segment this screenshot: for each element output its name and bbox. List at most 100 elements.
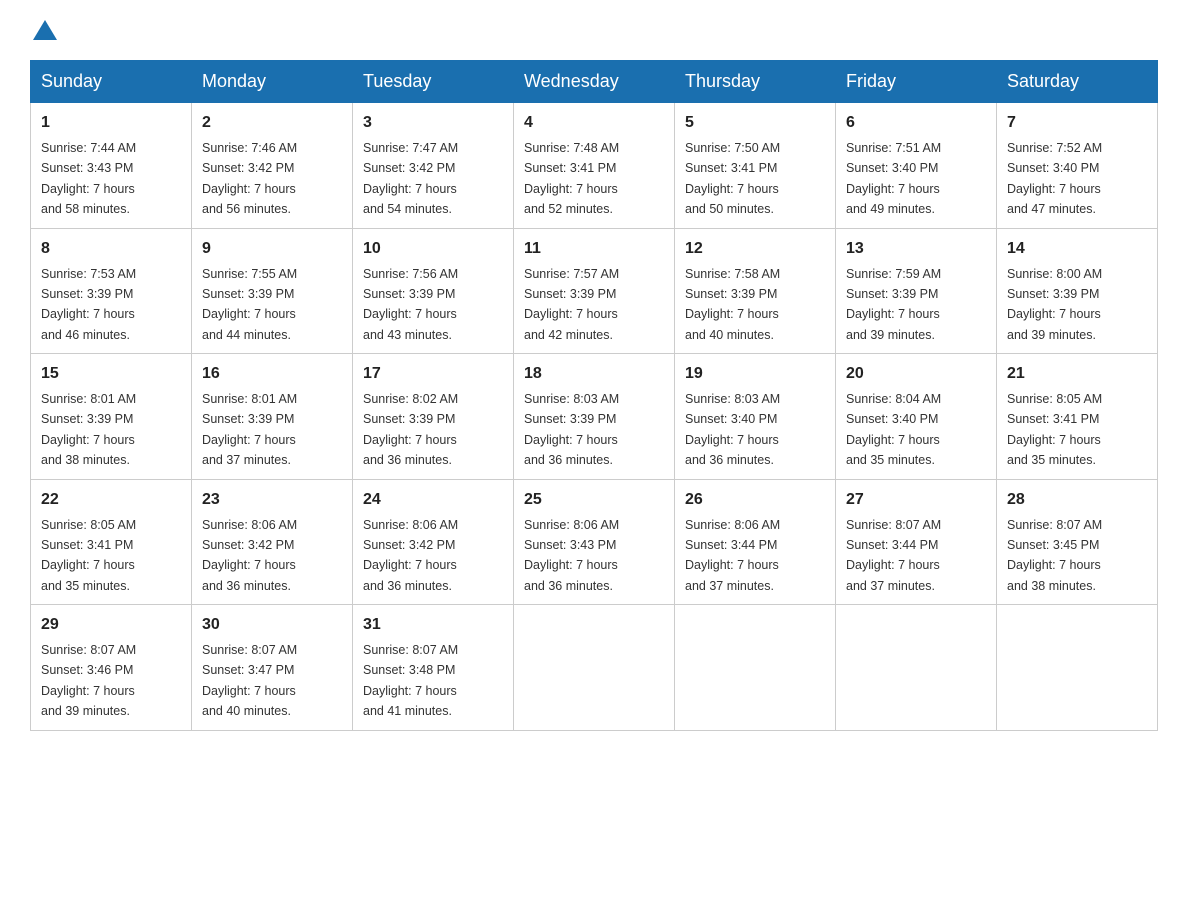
day-info: Sunrise: 7:53 AMSunset: 3:39 PMDaylight:… [41,267,136,342]
day-number: 18 [524,362,664,386]
calendar-week-row: 29 Sunrise: 8:07 AMSunset: 3:46 PMDaylig… [31,605,1158,731]
day-info: Sunrise: 8:07 AMSunset: 3:46 PMDaylight:… [41,643,136,718]
day-number: 17 [363,362,503,386]
day-number: 15 [41,362,181,386]
day-info: Sunrise: 8:07 AMSunset: 3:48 PMDaylight:… [363,643,458,718]
day-number: 30 [202,613,342,637]
logo [30,20,60,40]
calendar-cell: 17 Sunrise: 8:02 AMSunset: 3:39 PMDaylig… [353,354,514,480]
day-info: Sunrise: 8:06 AMSunset: 3:43 PMDaylight:… [524,518,619,593]
calendar-cell: 5 Sunrise: 7:50 AMSunset: 3:41 PMDayligh… [675,103,836,229]
calendar-cell: 25 Sunrise: 8:06 AMSunset: 3:43 PMDaylig… [514,479,675,605]
calendar-cell: 12 Sunrise: 7:58 AMSunset: 3:39 PMDaylig… [675,228,836,354]
day-number: 12 [685,237,825,261]
day-info: Sunrise: 8:00 AMSunset: 3:39 PMDaylight:… [1007,267,1102,342]
header-monday: Monday [192,61,353,103]
calendar-cell: 26 Sunrise: 8:06 AMSunset: 3:44 PMDaylig… [675,479,836,605]
day-info: Sunrise: 8:06 AMSunset: 3:42 PMDaylight:… [363,518,458,593]
calendar-cell [675,605,836,731]
day-number: 6 [846,111,986,135]
day-number: 1 [41,111,181,135]
calendar-cell: 2 Sunrise: 7:46 AMSunset: 3:42 PMDayligh… [192,103,353,229]
calendar-cell: 28 Sunrise: 8:07 AMSunset: 3:45 PMDaylig… [997,479,1158,605]
calendar-cell: 15 Sunrise: 8:01 AMSunset: 3:39 PMDaylig… [31,354,192,480]
header-friday: Friday [836,61,997,103]
day-number: 8 [41,237,181,261]
day-info: Sunrise: 8:06 AMSunset: 3:42 PMDaylight:… [202,518,297,593]
day-info: Sunrise: 7:56 AMSunset: 3:39 PMDaylight:… [363,267,458,342]
calendar-cell [514,605,675,731]
calendar-cell: 9 Sunrise: 7:55 AMSunset: 3:39 PMDayligh… [192,228,353,354]
day-info: Sunrise: 7:46 AMSunset: 3:42 PMDaylight:… [202,141,297,216]
day-info: Sunrise: 8:01 AMSunset: 3:39 PMDaylight:… [41,392,136,467]
day-number: 31 [363,613,503,637]
calendar-cell: 20 Sunrise: 8:04 AMSunset: 3:40 PMDaylig… [836,354,997,480]
day-number: 19 [685,362,825,386]
header-thursday: Thursday [675,61,836,103]
day-number: 5 [685,111,825,135]
day-number: 25 [524,488,664,512]
day-info: Sunrise: 7:59 AMSunset: 3:39 PMDaylight:… [846,267,941,342]
calendar-cell: 14 Sunrise: 8:00 AMSunset: 3:39 PMDaylig… [997,228,1158,354]
day-info: Sunrise: 8:07 AMSunset: 3:44 PMDaylight:… [846,518,941,593]
calendar-cell: 23 Sunrise: 8:06 AMSunset: 3:42 PMDaylig… [192,479,353,605]
header [30,20,1158,40]
day-info: Sunrise: 7:57 AMSunset: 3:39 PMDaylight:… [524,267,619,342]
calendar-cell: 19 Sunrise: 8:03 AMSunset: 3:40 PMDaylig… [675,354,836,480]
day-info: Sunrise: 7:50 AMSunset: 3:41 PMDaylight:… [685,141,780,216]
logo-triangle-icon [33,20,57,40]
calendar-cell: 7 Sunrise: 7:52 AMSunset: 3:40 PMDayligh… [997,103,1158,229]
calendar-cell: 31 Sunrise: 8:07 AMSunset: 3:48 PMDaylig… [353,605,514,731]
day-number: 16 [202,362,342,386]
calendar-cell: 11 Sunrise: 7:57 AMSunset: 3:39 PMDaylig… [514,228,675,354]
calendar-cell: 10 Sunrise: 7:56 AMSunset: 3:39 PMDaylig… [353,228,514,354]
day-number: 28 [1007,488,1147,512]
day-number: 7 [1007,111,1147,135]
calendar-week-row: 15 Sunrise: 8:01 AMSunset: 3:39 PMDaylig… [31,354,1158,480]
calendar-cell [836,605,997,731]
day-number: 22 [41,488,181,512]
calendar-cell: 21 Sunrise: 8:05 AMSunset: 3:41 PMDaylig… [997,354,1158,480]
day-info: Sunrise: 8:06 AMSunset: 3:44 PMDaylight:… [685,518,780,593]
day-info: Sunrise: 8:05 AMSunset: 3:41 PMDaylight:… [41,518,136,593]
calendar-cell: 3 Sunrise: 7:47 AMSunset: 3:42 PMDayligh… [353,103,514,229]
day-info: Sunrise: 7:52 AMSunset: 3:40 PMDaylight:… [1007,141,1102,216]
calendar-cell: 22 Sunrise: 8:05 AMSunset: 3:41 PMDaylig… [31,479,192,605]
calendar-cell: 29 Sunrise: 8:07 AMSunset: 3:46 PMDaylig… [31,605,192,731]
day-number: 2 [202,111,342,135]
calendar-cell: 6 Sunrise: 7:51 AMSunset: 3:40 PMDayligh… [836,103,997,229]
header-wednesday: Wednesday [514,61,675,103]
day-info: Sunrise: 8:07 AMSunset: 3:47 PMDaylight:… [202,643,297,718]
day-info: Sunrise: 8:05 AMSunset: 3:41 PMDaylight:… [1007,392,1102,467]
header-sunday: Sunday [31,61,192,103]
calendar-table: SundayMondayTuesdayWednesdayThursdayFrid… [30,60,1158,731]
calendar-cell [997,605,1158,731]
day-info: Sunrise: 7:51 AMSunset: 3:40 PMDaylight:… [846,141,941,216]
day-number: 24 [363,488,503,512]
day-number: 9 [202,237,342,261]
calendar-cell: 13 Sunrise: 7:59 AMSunset: 3:39 PMDaylig… [836,228,997,354]
day-info: Sunrise: 8:02 AMSunset: 3:39 PMDaylight:… [363,392,458,467]
day-number: 3 [363,111,503,135]
day-info: Sunrise: 8:07 AMSunset: 3:45 PMDaylight:… [1007,518,1102,593]
day-number: 13 [846,237,986,261]
calendar-header-row: SundayMondayTuesdayWednesdayThursdayFrid… [31,61,1158,103]
day-number: 11 [524,237,664,261]
calendar-week-row: 1 Sunrise: 7:44 AMSunset: 3:43 PMDayligh… [31,103,1158,229]
calendar-cell: 27 Sunrise: 8:07 AMSunset: 3:44 PMDaylig… [836,479,997,605]
header-saturday: Saturday [997,61,1158,103]
calendar-cell: 1 Sunrise: 7:44 AMSunset: 3:43 PMDayligh… [31,103,192,229]
day-number: 10 [363,237,503,261]
day-info: Sunrise: 7:55 AMSunset: 3:39 PMDaylight:… [202,267,297,342]
day-number: 26 [685,488,825,512]
day-number: 21 [1007,362,1147,386]
day-info: Sunrise: 7:48 AMSunset: 3:41 PMDaylight:… [524,141,619,216]
day-number: 27 [846,488,986,512]
day-number: 29 [41,613,181,637]
day-info: Sunrise: 7:58 AMSunset: 3:39 PMDaylight:… [685,267,780,342]
day-info: Sunrise: 7:47 AMSunset: 3:42 PMDaylight:… [363,141,458,216]
day-number: 23 [202,488,342,512]
day-number: 4 [524,111,664,135]
calendar-cell: 8 Sunrise: 7:53 AMSunset: 3:39 PMDayligh… [31,228,192,354]
calendar-cell: 30 Sunrise: 8:07 AMSunset: 3:47 PMDaylig… [192,605,353,731]
